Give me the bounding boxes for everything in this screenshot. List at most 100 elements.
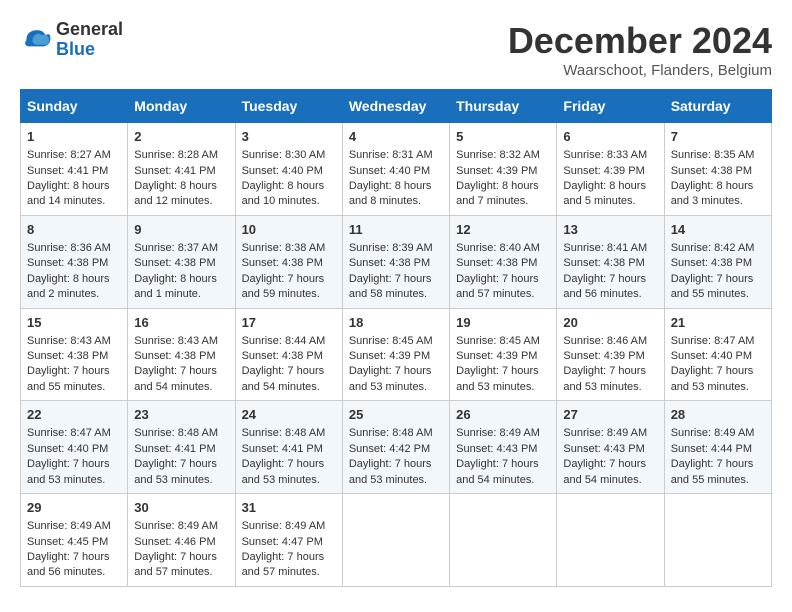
day-info: Sunrise: 8:38 AMSunset: 4:38 PMDaylight:… — [242, 241, 336, 303]
day-number: 26 — [456, 406, 550, 424]
calendar-cell: 4 Sunrise: 8:31 AMSunset: 4:40 PMDaylight… — [342, 123, 449, 216]
calendar-cell: 28 Sunrise: 8:49 AMSunset: 4:44 PMDayligh… — [664, 401, 771, 494]
day-info: Sunrise: 8:36 AMSunset: 4:38 PMDaylight:… — [27, 241, 121, 303]
day-info: Sunrise: 8:30 AMSunset: 4:40 PMDaylight:… — [242, 148, 336, 210]
day-number: 19 — [456, 314, 550, 332]
calendar-cell: 7Sunrise: 8:35 AMSunset: 4:38 PMDaylight… — [664, 123, 771, 216]
weekday-header-saturday: Saturday — [664, 90, 771, 123]
weekday-header-friday: Friday — [557, 90, 664, 123]
day-number: 30 — [134, 499, 228, 517]
day-info: Sunrise: 8:48 AMSunset: 4:41 PMDaylight:… — [134, 426, 228, 488]
calendar-cell: 1 Sunrise: 8:27 AMSunset: 4:41 PMDaylight… — [21, 123, 128, 216]
calendar-cell: 5Sunrise: 8:32 AMSunset: 4:39 PMDaylight… — [450, 123, 557, 216]
day-number: 28 — [671, 406, 765, 424]
calendar-cell: 3 Sunrise: 8:30 AMSunset: 4:40 PMDaylight… — [235, 123, 342, 216]
day-number: 22 — [27, 406, 121, 424]
day-info: Sunrise: 8:49 AMSunset: 4:47 PMDaylight:… — [242, 519, 336, 581]
weekday-header-thursday: Thursday — [450, 90, 557, 123]
calendar-cell: 8 Sunrise: 8:36 AMSunset: 4:38 PMDaylight… — [21, 215, 128, 308]
day-number: 6 — [563, 128, 657, 146]
calendar-cell: 29Sunrise: 8:49 AMSunset: 4:45 PMDayligh… — [21, 494, 128, 587]
day-info: Sunrise: 8:49 AMSunset: 4:44 PMDaylight:… — [671, 426, 765, 488]
day-number: 14 — [671, 221, 765, 239]
day-number: 27 — [563, 406, 657, 424]
calendar-cell: 9Sunrise: 8:37 AMSunset: 4:38 PMDaylight… — [128, 215, 235, 308]
weekday-header-monday: Monday — [128, 90, 235, 123]
calendar-cell: 22 Sunrise: 8:47 AMSunset: 4:40 PMDayligh… — [21, 401, 128, 494]
calendar-cell: 10 Sunrise: 8:38 AMSunset: 4:38 PMDayligh… — [235, 215, 342, 308]
calendar-cell: 14 Sunrise: 8:42 AMSunset: 4:38 PMDayligh… — [664, 215, 771, 308]
calendar-cell: 17 Sunrise: 8:44 AMSunset: 4:38 PMDayligh… — [235, 308, 342, 401]
day-number: 16 — [134, 314, 228, 332]
day-info: Sunrise: 8:39 AMSunset: 4:38 PMDaylight:… — [349, 241, 443, 303]
day-number: 21 — [671, 314, 765, 332]
calendar-cell: 30 Sunrise: 8:49 AMSunset: 4:46 PMDayligh… — [128, 494, 235, 587]
month-title: December 2024 — [508, 20, 772, 62]
day-number: 24 — [242, 406, 336, 424]
day-number: 3 — [242, 128, 336, 146]
calendar-cell — [450, 494, 557, 587]
day-number: 12 — [456, 221, 550, 239]
day-number: 18 — [349, 314, 443, 332]
day-number: 7 — [671, 128, 765, 146]
day-number: 23 — [134, 406, 228, 424]
day-info: Sunrise: 8:47 AMSunset: 4:40 PMDaylight:… — [671, 334, 765, 396]
day-info: Sunrise: 8:42 AMSunset: 4:38 PMDaylight:… — [671, 241, 765, 303]
day-info: Sunrise: 8:33 AMSunset: 4:39 PMDaylight:… — [563, 148, 657, 210]
calendar-cell: 11 Sunrise: 8:39 AMSunset: 4:38 PMDayligh… — [342, 215, 449, 308]
day-info: Sunrise: 8:37 AMSunset: 4:38 PMDaylight:… — [134, 241, 228, 303]
logo: General Blue — [20, 20, 123, 60]
calendar-cell: 25Sunrise: 8:48 AMSunset: 4:42 PMDayligh… — [342, 401, 449, 494]
day-number: 5 — [456, 128, 550, 146]
day-number: 2 — [134, 128, 228, 146]
day-number: 17 — [242, 314, 336, 332]
day-info: Sunrise: 8:27 AMSunset: 4:41 PMDaylight:… — [27, 148, 121, 210]
calendar-cell — [557, 494, 664, 587]
calendar-cell: 13Sunrise: 8:41 AMSunset: 4:38 PMDayligh… — [557, 215, 664, 308]
day-info: Sunrise: 8:47 AMSunset: 4:40 PMDaylight:… — [27, 426, 121, 488]
calendar-cell: 6 Sunrise: 8:33 AMSunset: 4:39 PMDaylight… — [557, 123, 664, 216]
title-area: December 2024 Waarschoot, Flanders, Belg… — [508, 20, 772, 79]
day-number: 20 — [563, 314, 657, 332]
calendar-cell: 26 Sunrise: 8:49 AMSunset: 4:43 PMDayligh… — [450, 401, 557, 494]
weekday-header-wednesday: Wednesday — [342, 90, 449, 123]
calendar-cell — [664, 494, 771, 587]
day-info: Sunrise: 8:43 AMSunset: 4:38 PMDaylight:… — [134, 334, 228, 396]
day-number: 4 — [349, 128, 443, 146]
day-number: 10 — [242, 221, 336, 239]
day-number: 1 — [27, 128, 121, 146]
calendar-cell: 21 Sunrise: 8:47 AMSunset: 4:40 PMDayligh… — [664, 308, 771, 401]
calendar-cell: 27 Sunrise: 8:49 AMSunset: 4:43 PMDayligh… — [557, 401, 664, 494]
day-info: Sunrise: 8:49 AMSunset: 4:43 PMDaylight:… — [456, 426, 550, 488]
day-info: Sunrise: 8:41 AMSunset: 4:38 PMDaylight:… — [563, 241, 657, 303]
weekday-header-tuesday: Tuesday — [235, 90, 342, 123]
calendar-cell: 19 Sunrise: 8:45 AMSunset: 4:39 PMDayligh… — [450, 308, 557, 401]
day-info: Sunrise: 8:48 AMSunset: 4:41 PMDaylight:… — [242, 426, 336, 488]
day-info: Sunrise: 8:44 AMSunset: 4:38 PMDaylight:… — [242, 334, 336, 396]
calendar-cell: 20 Sunrise: 8:46 AMSunset: 4:39 PMDayligh… — [557, 308, 664, 401]
day-info: Sunrise: 8:49 AMSunset: 4:46 PMDaylight:… — [134, 519, 228, 581]
calendar-cell: 31 Sunrise: 8:49 AMSunset: 4:47 PMDayligh… — [235, 494, 342, 587]
day-info: Sunrise: 8:40 AMSunset: 4:38 PMDaylight:… — [456, 241, 550, 303]
day-number: 15 — [27, 314, 121, 332]
calendar-cell: 2Sunrise: 8:28 AMSunset: 4:41 PMDaylight… — [128, 123, 235, 216]
day-number: 25 — [349, 406, 443, 424]
calendar-cell: 16 Sunrise: 8:43 AMSunset: 4:38 PMDayligh… — [128, 308, 235, 401]
logo-text: General Blue — [56, 20, 123, 60]
day-number: 8 — [27, 221, 121, 239]
calendar-cell: 18 Sunrise: 8:45 AMSunset: 4:39 PMDayligh… — [342, 308, 449, 401]
calendar-cell: 15Sunrise: 8:43 AMSunset: 4:38 PMDayligh… — [21, 308, 128, 401]
day-number: 29 — [27, 499, 121, 517]
calendar-cell: 24 Sunrise: 8:48 AMSunset: 4:41 PMDayligh… — [235, 401, 342, 494]
day-info: Sunrise: 8:49 AMSunset: 4:43 PMDaylight:… — [563, 426, 657, 488]
day-number: 11 — [349, 221, 443, 239]
page-header: General Blue December 2024 Waarschoot, F… — [20, 20, 772, 79]
day-info: Sunrise: 8:31 AMSunset: 4:40 PMDaylight:… — [349, 148, 443, 210]
logo-icon — [20, 24, 52, 56]
day-number: 31 — [242, 499, 336, 517]
day-info: Sunrise: 8:45 AMSunset: 4:39 PMDaylight:… — [456, 334, 550, 396]
calendar-cell: 23 Sunrise: 8:48 AMSunset: 4:41 PMDayligh… — [128, 401, 235, 494]
day-info: Sunrise: 8:46 AMSunset: 4:39 PMDaylight:… — [563, 334, 657, 396]
weekday-header-sunday: Sunday — [21, 90, 128, 123]
day-info: Sunrise: 8:45 AMSunset: 4:39 PMDaylight:… — [349, 334, 443, 396]
